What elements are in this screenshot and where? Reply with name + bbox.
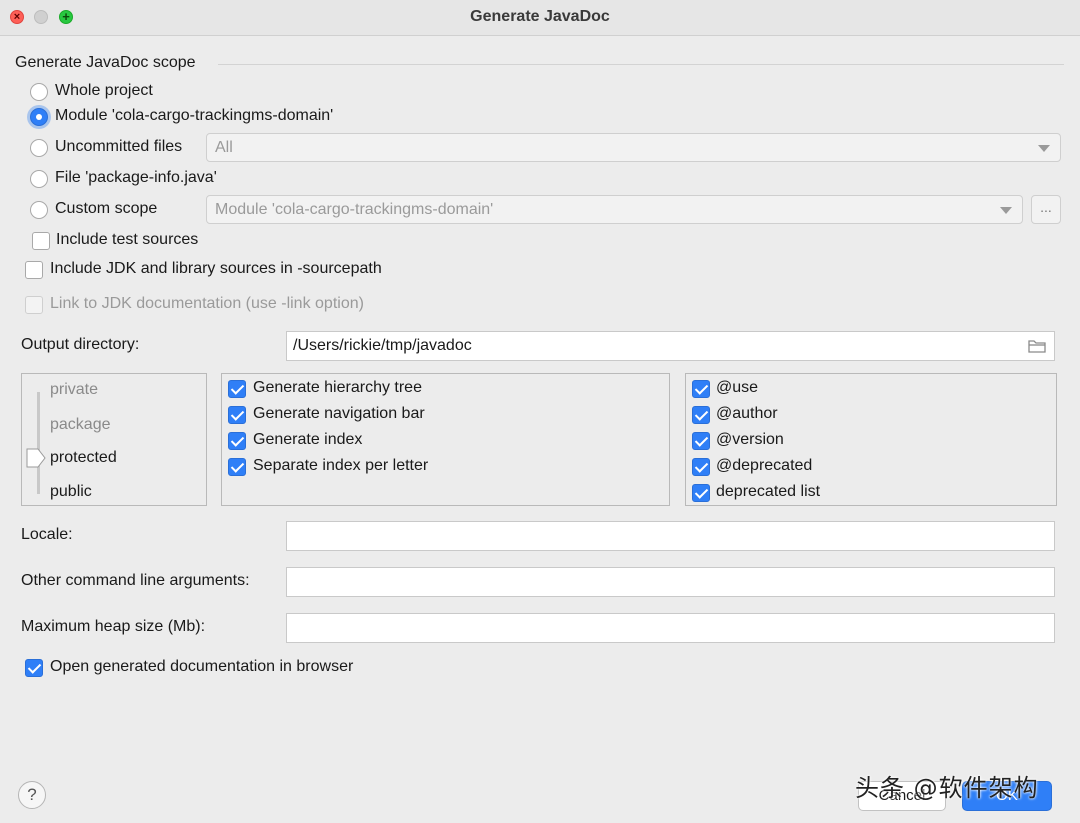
custom-scope-value: Module 'cola-cargo-trackingms-domain' xyxy=(215,201,494,218)
deprecated-list-label[interactable]: deprecated list xyxy=(716,483,820,501)
locale-label: Locale: xyxy=(21,526,73,543)
tag-version-label[interactable]: @version xyxy=(716,431,784,449)
deprecated-list-checkbox[interactable] xyxy=(692,484,710,502)
tag-author-label[interactable]: @author xyxy=(716,405,778,423)
radio-whole-project[interactable] xyxy=(30,83,48,101)
uncommitted-files-value: All xyxy=(215,139,233,156)
tag-use-label[interactable]: @use xyxy=(716,379,758,397)
visibility-package[interactable]: package xyxy=(50,416,111,434)
include-jdk-checkbox[interactable] xyxy=(25,261,43,279)
generate-hierarchy-tree-checkbox[interactable] xyxy=(228,380,246,398)
separate-index-checkbox[interactable] xyxy=(228,458,246,476)
include-test-sources-checkbox[interactable] xyxy=(32,232,50,250)
visibility-slider-panel: private package protected public xyxy=(21,373,207,506)
folder-icon[interactable] xyxy=(1028,339,1046,353)
watermark: 头条 @软件架构 xyxy=(855,774,1039,802)
visibility-private[interactable]: private xyxy=(50,381,98,399)
heap-size-input[interactable] xyxy=(286,613,1055,643)
slider-thumb-icon[interactable] xyxy=(26,448,46,468)
radio-uncommitted-files[interactable] xyxy=(30,139,48,157)
tag-deprecated-checkbox[interactable] xyxy=(692,458,710,476)
scope-section-title: Generate JavaDoc scope xyxy=(15,54,196,71)
chevron-down-icon xyxy=(1000,207,1012,214)
visibility-slider-track[interactable] xyxy=(37,392,40,494)
help-button[interactable]: ? xyxy=(18,781,46,809)
heap-size-label: Maximum heap size (Mb): xyxy=(21,618,206,635)
link-jdk-checkbox xyxy=(25,296,43,314)
section-divider xyxy=(218,64,1064,65)
generate-hierarchy-tree-label[interactable]: Generate hierarchy tree xyxy=(253,379,422,397)
radio-custom-scope-label[interactable]: Custom scope xyxy=(55,200,157,218)
generate-options-panel: Generate hierarchy tree Generate navigat… xyxy=(221,373,670,506)
visibility-protected[interactable]: protected xyxy=(50,449,117,467)
output-directory-value: /Users/rickie/tmp/javadoc xyxy=(293,337,472,354)
radio-module[interactable] xyxy=(30,108,48,126)
link-jdk-label: Link to JDK documentation (use -link opt… xyxy=(50,295,364,312)
generate-index-label[interactable]: Generate index xyxy=(253,431,362,449)
generate-index-checkbox[interactable] xyxy=(228,432,246,450)
radio-file[interactable] xyxy=(30,170,48,188)
radio-whole-project-label[interactable]: Whole project xyxy=(55,82,153,100)
radio-module-label[interactable]: Module 'cola-cargo-trackingms-domain' xyxy=(55,107,333,125)
radio-uncommitted-files-label[interactable]: Uncommitted files xyxy=(55,138,182,156)
radio-custom-scope[interactable] xyxy=(30,201,48,219)
separate-index-label[interactable]: Separate index per letter xyxy=(253,457,428,475)
uncommitted-files-dropdown[interactable]: All xyxy=(206,133,1061,162)
custom-scope-browse-button[interactable]: ... xyxy=(1031,195,1061,224)
tag-use-checkbox[interactable] xyxy=(692,380,710,398)
generate-navigation-bar-checkbox[interactable] xyxy=(228,406,246,424)
other-args-label: Other command line arguments: xyxy=(21,572,250,589)
include-jdk-label[interactable]: Include JDK and library sources in -sour… xyxy=(50,260,382,278)
include-test-sources-label[interactable]: Include test sources xyxy=(56,231,198,249)
tag-options-panel: @use @author @version @deprecated deprec… xyxy=(685,373,1057,506)
other-args-input[interactable] xyxy=(286,567,1055,597)
output-directory-field[interactable]: /Users/rickie/tmp/javadoc xyxy=(286,331,1055,361)
custom-scope-dropdown[interactable]: Module 'cola-cargo-trackingms-domain' xyxy=(206,195,1023,224)
open-browser-checkbox[interactable] xyxy=(25,659,43,677)
locale-input[interactable] xyxy=(286,521,1055,551)
tag-author-checkbox[interactable] xyxy=(692,406,710,424)
chevron-down-icon xyxy=(1038,145,1050,152)
output-directory-label: Output directory: xyxy=(21,336,140,353)
generate-navigation-bar-label[interactable]: Generate navigation bar xyxy=(253,405,425,423)
tag-version-checkbox[interactable] xyxy=(692,432,710,450)
radio-file-label[interactable]: File 'package-info.java' xyxy=(55,169,217,187)
open-browser-label[interactable]: Open generated documentation in browser xyxy=(50,658,353,676)
tag-deprecated-label[interactable]: @deprecated xyxy=(716,457,812,475)
visibility-public[interactable]: public xyxy=(50,483,92,501)
window-title: Generate JavaDoc xyxy=(470,8,610,25)
